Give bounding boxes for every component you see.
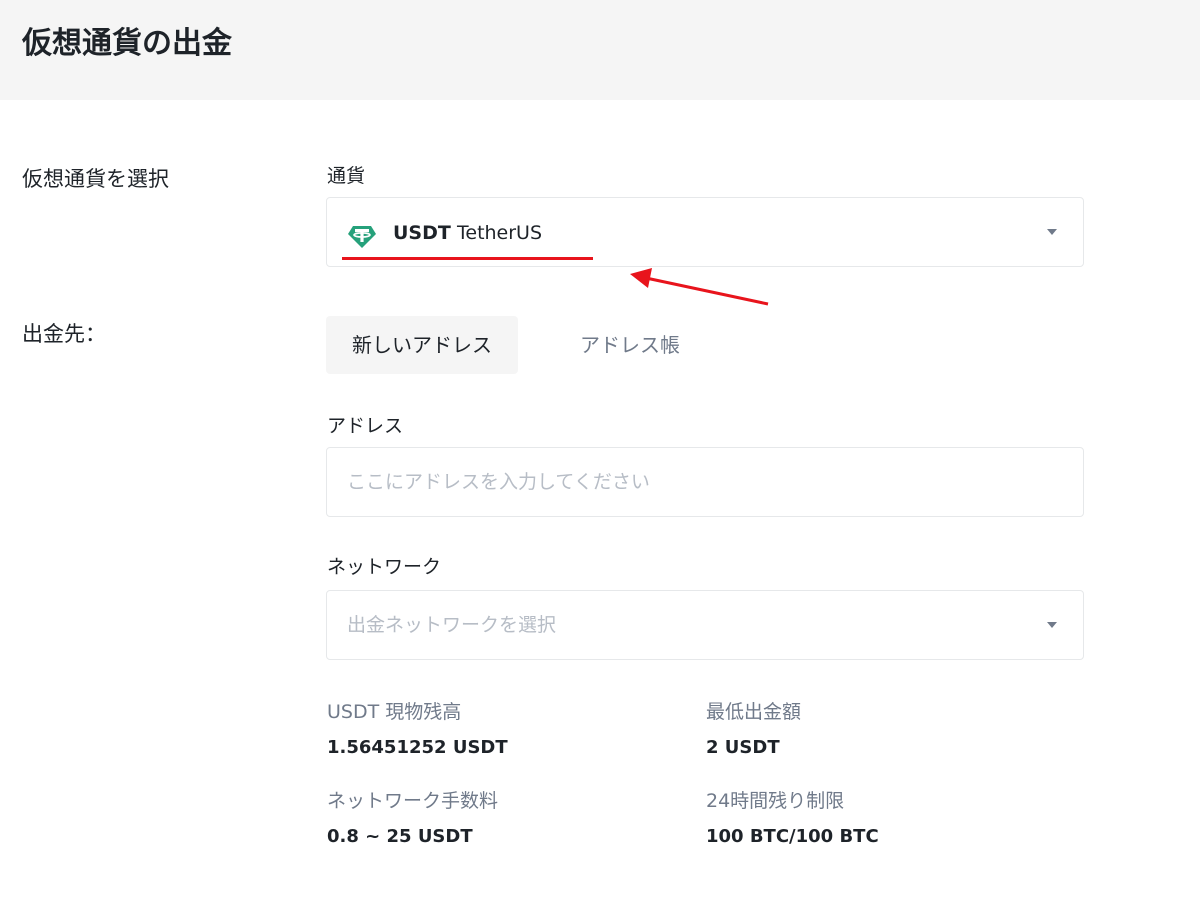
min-withdraw-label: 最低出金額 [706,701,802,723]
daily-limit-label: 24時間残り制限 [706,790,845,812]
network-placeholder: 出金ネットワークを選択 [347,614,557,636]
selected-coin-name: TetherUS [457,222,543,244]
min-withdraw-value: 2 USDT [706,737,780,758]
highlight-underline [342,257,593,260]
balance-label: USDT 現物残高 [327,701,462,723]
withdraw-crypto-page: 仮想通貨の出金 仮想通貨を選択 通貨 USDT TetherUS 出金先： 新し… [0,0,1200,923]
page-title: 仮想通貨の出金 [22,26,232,61]
tab-address-book[interactable]: アドレス帳 [560,316,700,374]
tab-new-address[interactable]: 新しいアドレス [326,316,518,374]
address-placeholder: ここにアドレスを入力してください [347,471,650,493]
balance-value: 1.56451252 USDT [327,737,508,758]
daily-limit-value: 100 BTC/100 BTC [706,826,879,847]
network-fee-label: ネットワーク手数料 [327,790,499,812]
currency-field-label: 通貨 [327,165,366,187]
tether-icon [348,226,376,248]
page-header: 仮想通貨の出金 [0,0,1200,100]
destination-label: 出金先： [22,322,106,346]
network-select[interactable]: 出金ネットワークを選択 [326,590,1084,660]
network-fee-value: 0.8 ~ 25 USDT [327,826,473,847]
select-crypto-label: 仮想通貨を選択 [22,167,169,191]
chevron-down-icon[interactable] [1047,622,1057,628]
annotation-arrow-icon [630,268,769,306]
network-field-label: ネットワーク [327,556,442,578]
address-input[interactable]: ここにアドレスを入力してください [326,447,1084,517]
chevron-down-icon[interactable] [1047,229,1057,235]
address-field-label: アドレス [327,415,404,437]
selected-coin-symbol: USDT [393,222,451,244]
